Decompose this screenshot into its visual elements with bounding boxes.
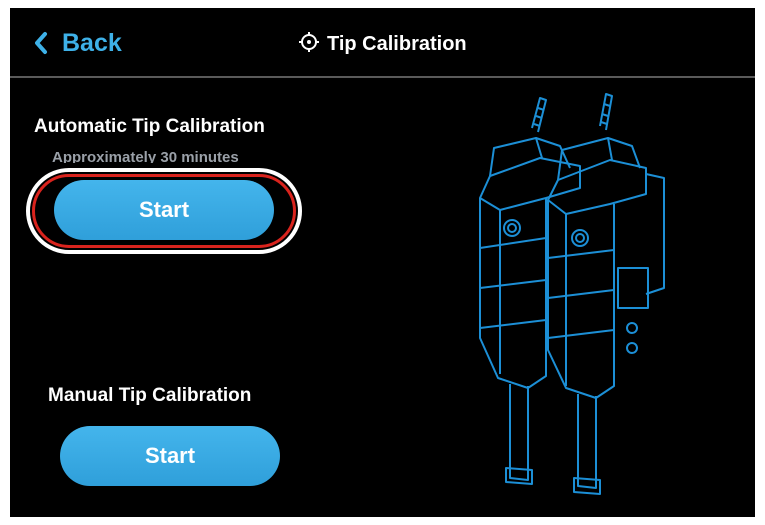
automatic-calibration-duration: Approximately 30 minutes — [52, 149, 239, 163]
manual-start-button[interactable]: Start — [60, 426, 280, 486]
page-title-label: Tip Calibration — [327, 32, 467, 55]
back-button[interactable]: Back — [34, 26, 122, 60]
header-bar: Back Tip Calibration — [10, 8, 755, 78]
back-label: Back — [62, 28, 122, 57]
manual-calibration-title: Manual Tip Calibration — [48, 385, 252, 406]
chevron-left-icon — [34, 31, 48, 55]
calibration-target-icon — [299, 31, 319, 57]
touchscreen: Back Tip Calibration Automatic Tip Calib… — [10, 8, 755, 517]
automatic-start-button[interactable]: Start — [54, 180, 274, 240]
dual-extruder-nozzle-illustration — [450, 88, 680, 513]
page-title: Tip Calibration — [299, 30, 467, 58]
automatic-calibration-title: Automatic Tip Calibration — [34, 116, 265, 137]
